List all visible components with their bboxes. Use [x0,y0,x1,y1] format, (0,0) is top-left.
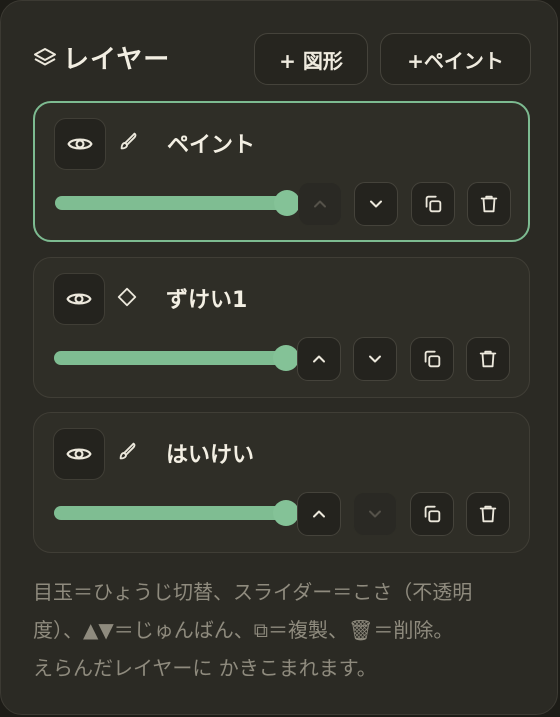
delete-button[interactable] [467,182,511,226]
slider-thumb[interactable] [274,190,300,216]
layer-name: ペイント [167,133,256,158]
diamond-icon [117,287,137,307]
chevron-down-icon [370,200,382,208]
panel-title: レイヤー [63,45,171,75]
opacity-slider[interactable] [55,190,300,216]
opacity-slider[interactable] [54,345,299,371]
visibility-toggle-button[interactable] [53,273,105,325]
help-line: 目玉＝ひょうじ切替、スライダー＝こさ（不透明 [33,580,473,604]
copy-icon [425,195,442,213]
duplicate-button[interactable] [410,492,454,536]
chevron-up-icon [314,200,326,208]
eye-icon [66,448,92,460]
slider-fill [54,351,286,365]
panel-header: レイヤー + 図形 +ペイント [33,33,531,85]
move-up-button[interactable] [297,492,341,536]
slider-fill [54,506,286,520]
move-up-button[interactable] [297,337,341,381]
layers-icon [34,47,56,65]
opacity-slider[interactable] [54,500,299,526]
brush-icon [119,442,136,460]
duplicate-button[interactable] [410,337,454,381]
copy-icon [424,350,441,368]
slider-fill [55,196,287,210]
layer-name: ずけい1 [166,288,248,313]
move-down-button [353,492,397,536]
add-shape-button[interactable]: + 図形 [254,33,368,85]
duplicate-button[interactable] [411,182,455,226]
move-down-button[interactable] [353,337,397,381]
delete-button[interactable] [466,492,510,536]
visibility-toggle-button[interactable] [54,118,106,170]
layer-name: はいけい [166,443,255,468]
move-up-button [298,182,342,226]
delete-button[interactable] [466,337,510,381]
chevron-down-icon [369,355,381,363]
brush-icon [120,132,137,150]
panel-title-group: レイヤー [33,39,170,76]
copy-icon [424,505,441,523]
add-paint-button[interactable]: +ペイント [380,33,531,85]
eye-icon [66,293,92,305]
move-down-button[interactable] [354,182,398,226]
help-text: 目玉＝ひょうじ切替、スライダー＝こさ（不透明 度）、▲▼＝じゅんばん、⧉＝複製、… [33,573,533,687]
trash-icon [479,350,497,368]
help-line: えらんだレイヤーに かきこまれます。 [33,656,377,680]
help-line: 度）、▲▼＝じゅんばん、⧉＝複製、🗑＝削除。 [33,618,454,642]
visibility-toggle-button[interactable] [53,428,105,480]
slider-thumb[interactable] [273,345,299,371]
trash-icon [479,505,497,523]
eye-icon [67,138,93,150]
layer-card-paint[interactable]: ペイント [33,101,530,242]
trash-icon [480,195,498,213]
layer-card-background[interactable]: はいけい [33,412,530,553]
chevron-up-icon [313,510,325,518]
chevron-down-icon [369,510,381,518]
slider-thumb[interactable] [273,500,299,526]
chevron-up-icon [313,355,325,363]
layer-card-shape[interactable]: ずけい1 [33,257,530,398]
layers-panel: レイヤー + 図形 +ペイント ペイント ずけい1 はいけい 目玉＝ひょうじ切替… [0,0,558,715]
